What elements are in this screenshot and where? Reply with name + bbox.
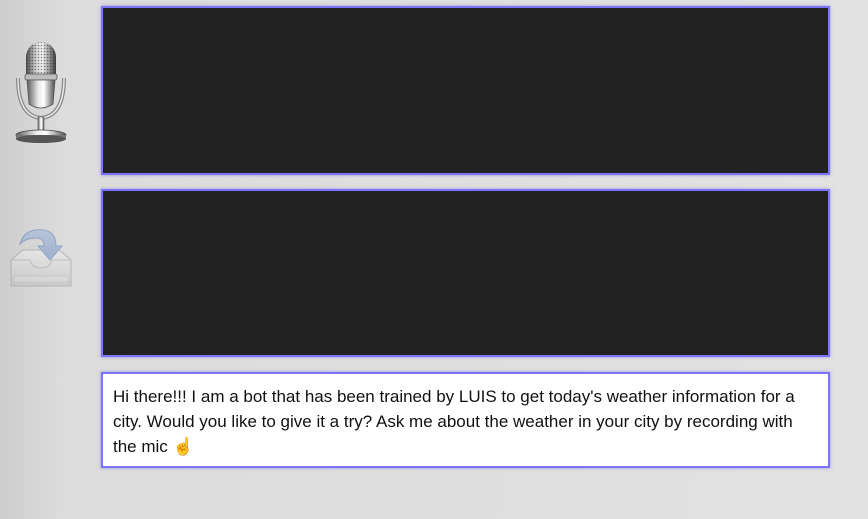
tray-arrow-icon bbox=[10, 229, 72, 287]
bot-message-text: Hi there!!! I am a bot that has been tra… bbox=[113, 387, 795, 456]
pointing-up-icon: ☝ bbox=[172, 437, 194, 456]
sidebar bbox=[0, 0, 92, 519]
transcript-panel bbox=[101, 6, 830, 175]
response-panel bbox=[101, 189, 830, 357]
mic-button[interactable] bbox=[10, 38, 72, 144]
send-button[interactable] bbox=[6, 222, 76, 292]
app-window: Hi there!!! I am a bot that has been tra… bbox=[0, 0, 868, 519]
bot-message-panel: Hi there!!! I am a bot that has been tra… bbox=[101, 372, 830, 468]
microphone-icon bbox=[15, 42, 67, 143]
